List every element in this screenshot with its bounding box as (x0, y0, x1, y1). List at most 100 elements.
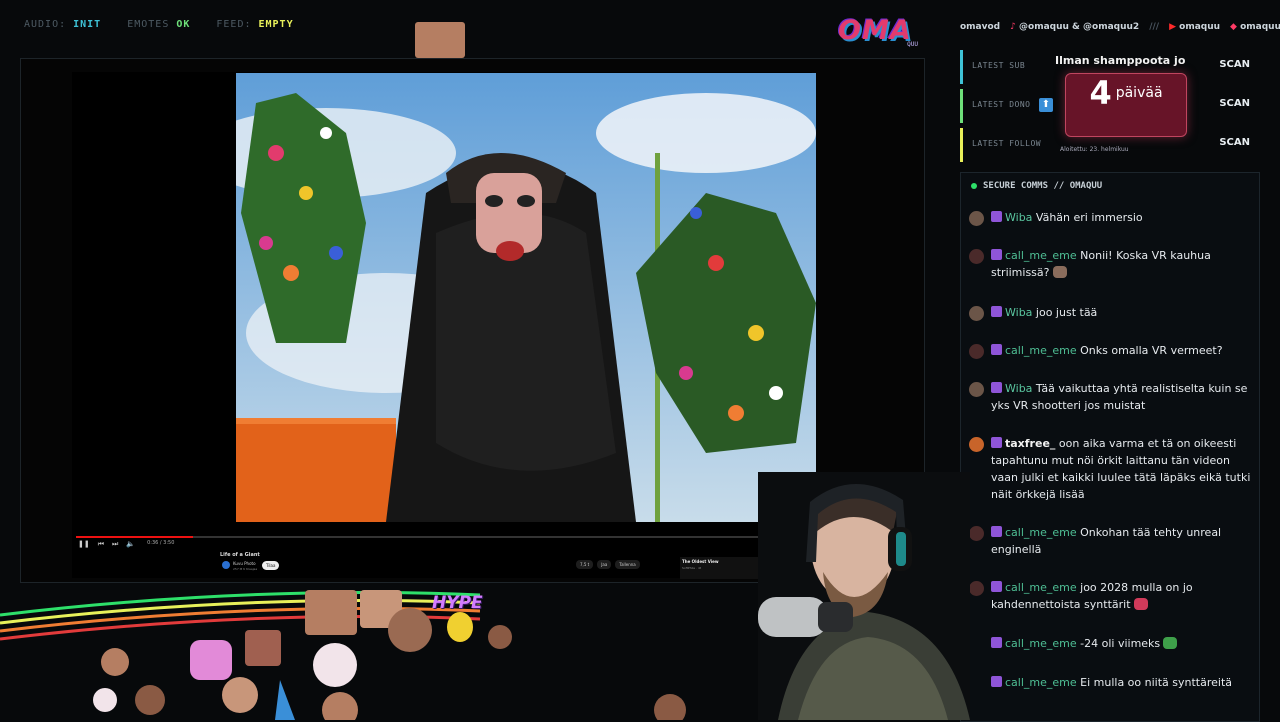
pause-icon[interactable]: ❚❚ (78, 540, 90, 549)
volume-icon[interactable]: 🔈 (126, 540, 135, 549)
chat-message: Wiba Vähän eri immersio (969, 209, 1251, 226)
chat-message: taxfree_ oon aika varma et tä on oikeest… (969, 435, 1251, 503)
masked-figure-image (236, 73, 816, 522)
youtube-icon: ▶ (1169, 22, 1176, 32)
chat-panel[interactable]: SECURE COMMS // OMAQUU Wiba Vähän eri im… (960, 172, 1260, 722)
twitch-badge-icon (991, 676, 1002, 687)
prev-icon[interactable]: ⏮ (98, 540, 104, 549)
twitch-badge-icon (991, 249, 1002, 260)
twitch-icon: ◆ (1230, 22, 1237, 32)
social-tiktok: ♪ @omaquu & @omaquu2 (1010, 22, 1140, 32)
twitch-badge-icon (991, 382, 1002, 393)
rainbow-lines-decoration (0, 590, 686, 720)
chat-message: call_me_eme Ei mulla oo niitä synttäreit… (969, 674, 1251, 691)
avatar (969, 382, 984, 397)
chat-username[interactable]: call_me_eme (1005, 637, 1077, 650)
live-dot-icon (971, 182, 977, 189)
avatar (969, 344, 984, 359)
emote-wall: HYPE (0, 575, 760, 720)
chat-username[interactable]: call_me_eme (1005, 249, 1077, 262)
latest-sub-accent (960, 50, 963, 84)
video-progress-fill (76, 536, 193, 538)
chat-message: call_me_eme -24 oli viimeks (969, 635, 1251, 652)
chat-text: joo just tää (1035, 306, 1098, 319)
channel-logo: OMA QUU (838, 15, 918, 48)
avatar (969, 437, 984, 452)
chat-username[interactable]: call_me_eme (1005, 676, 1077, 689)
social-handles: omavod ♪ @omaquu & @omaquu2 /// ▶ omaquu… (960, 22, 1280, 32)
social-separator: /// (1149, 22, 1160, 32)
chat-message: call_me_eme Onks omalla VR vermeet? (969, 342, 1251, 359)
avatar (969, 211, 984, 226)
twitch-badge-icon (991, 306, 1002, 317)
emotes-status-value: OK (176, 19, 191, 30)
next-icon[interactable]: ⏭ (112, 540, 118, 549)
days-counter: 4 päivää (1065, 73, 1187, 137)
channel-avatar[interactable] (222, 561, 230, 569)
feed-status: FEED: EMPTY (216, 19, 294, 30)
share-button[interactable]: Jaa (597, 560, 612, 569)
channel-name[interactable]: Kuvu Photo (233, 561, 256, 566)
chat-text: -24 oli viimeks (1080, 637, 1161, 650)
video-progress-bar[interactable] (76, 536, 806, 538)
avatar (969, 526, 984, 541)
social-vod: omavod (960, 22, 1001, 32)
chat-username[interactable]: taxfree_ (1005, 437, 1055, 450)
video-content[interactable] (236, 73, 816, 522)
chat-message: Wiba Tää vaikuttaa yhtä realistiselta ku… (969, 380, 1251, 414)
emote-icon (1133, 598, 1148, 610)
twitch-badge-icon (991, 211, 1002, 222)
social-youtube: ▶ omaquu (1169, 22, 1221, 32)
tiktok-icon: ♪ (1010, 22, 1016, 32)
avatar (969, 306, 984, 321)
hype-emote: HYPE (432, 593, 483, 613)
audio-status: AUDIO: INIT (24, 19, 102, 30)
avatar (969, 249, 984, 264)
chat-message: Wiba joo just tää (969, 304, 1251, 321)
feed-status-value: EMPTY (258, 19, 294, 30)
chat-username[interactable]: call_me_eme (1005, 526, 1077, 539)
frog-emote-icon (1163, 637, 1178, 649)
countdown-start-date: Aloitettu: 23. helmikuu (1060, 146, 1129, 153)
days-number: 4 (1089, 74, 1112, 112)
arrow-up-icon: ⬆ (1039, 98, 1053, 112)
twitch-badge-icon (991, 344, 1002, 355)
player-controls: ❚❚ ⏮ ⏭ 🔈 0:36 / 3:50 (72, 536, 812, 550)
up-next-title: The Oldest View (682, 559, 719, 564)
twitch-badge-icon (991, 526, 1002, 537)
chat-username[interactable]: Wiba (1005, 306, 1032, 319)
chat-username[interactable]: Wiba (1005, 382, 1032, 395)
subscribe-button[interactable]: Tilaa (262, 561, 280, 570)
latest-follow-accent (960, 128, 963, 162)
video-actions: 7,5 t Jaa Tallenna (576, 560, 640, 569)
video-title: Life of a Giant (220, 552, 260, 558)
chat-text: Vähän eri immersio (1035, 211, 1143, 224)
up-next-channel: SoftPhile · 4t (682, 566, 702, 570)
face-emote-icon (1052, 266, 1067, 278)
save-button[interactable]: Tallenna (615, 560, 640, 569)
subscriber-count: 257 M ti tilaajaa (233, 567, 258, 571)
chat-username[interactable]: Wiba (1005, 211, 1032, 224)
countdown-title: Ilman shamppoota jo (1055, 54, 1186, 67)
like-button[interactable]: 7,5 t (576, 560, 594, 569)
top-face-emote (415, 22, 465, 58)
chat-username[interactable]: call_me_eme (1005, 581, 1077, 594)
chat-text: Ei mulla oo niitä synttäreitä (1080, 676, 1233, 689)
stream-status-bar: AUDIO: INIT EMOTES OK FEED: EMPTY (24, 19, 294, 30)
chat-username[interactable]: call_me_eme (1005, 344, 1077, 357)
chat-text: Onks omalla VR vermeet? (1080, 344, 1223, 357)
chat-message: call_me_eme joo 2028 mulla on jo kahdenn… (969, 579, 1251, 613)
audio-status-value: INIT (73, 19, 102, 30)
twitch-badge-icon (991, 437, 1002, 448)
chat-message: call_me_eme Onkohan tää tehty unreal eng… (969, 524, 1251, 558)
days-unit: päivää (1115, 85, 1163, 101)
chat-header: SECURE COMMS // OMAQUU (971, 181, 1102, 191)
social-twitch: ◆ omaquu (1230, 22, 1280, 32)
twitch-badge-icon (991, 637, 1002, 648)
chat-message: call_me_eme Nonii! Koska VR kauhua strii… (969, 247, 1251, 281)
twitch-badge-icon (991, 581, 1002, 592)
video-time: 0:36 / 3:50 (147, 540, 175, 546)
latest-dono-accent (960, 89, 963, 123)
avatar (969, 581, 984, 596)
streamer-webcam (758, 472, 970, 720)
